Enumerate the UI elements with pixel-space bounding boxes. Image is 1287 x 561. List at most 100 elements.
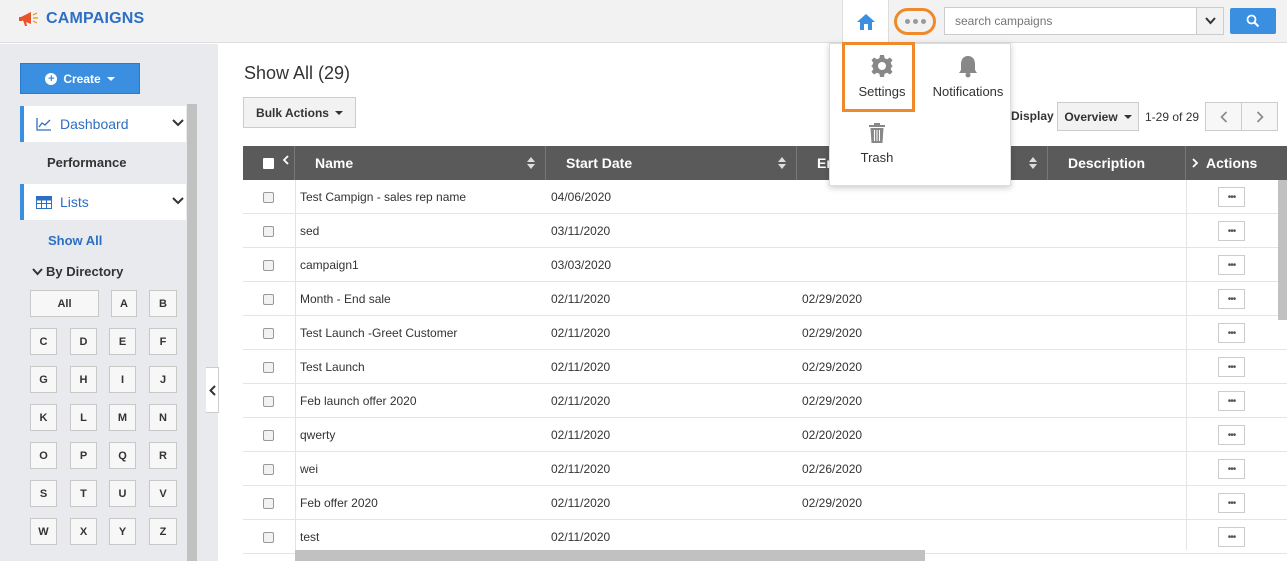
row-actions-button[interactable]: ••• [1218, 187, 1245, 207]
column-header-actions[interactable]: Actions [1186, 146, 1276, 180]
row-checkbox[interactable] [263, 498, 274, 509]
row-checkbox[interactable] [263, 396, 274, 407]
table-row[interactable]: wei 02/11/2020 02/26/2020 ••• [243, 452, 1287, 486]
sidebar-item-lists[interactable]: Lists [20, 184, 186, 220]
directory-letter-w[interactable]: W [30, 518, 57, 545]
sidebar-item-show-all[interactable]: Show All [48, 233, 102, 248]
home-button[interactable] [842, 0, 889, 43]
sidebar-scrollbar[interactable] [187, 104, 197, 561]
prev-page-button[interactable] [1205, 102, 1242, 131]
table-row[interactable]: Month - End sale 02/11/2020 02/29/2020 ••• [243, 282, 1287, 316]
table-row[interactable]: sed 03/11/2020 ••• [243, 214, 1287, 248]
table-row[interactable]: Feb offer 2020 02/11/2020 02/29/2020 ••• [243, 486, 1287, 520]
row-checkbox[interactable] [263, 464, 274, 475]
more-options-button[interactable] [894, 8, 936, 35]
cell-name[interactable]: Test Launch [300, 350, 365, 384]
directory-letter-a[interactable]: A [111, 290, 137, 317]
cell-name[interactable]: Month - End sale [300, 282, 391, 316]
row-actions-button[interactable]: ••• [1218, 391, 1245, 411]
by-directory-toggle[interactable]: By Directory [32, 264, 123, 279]
directory-letter-all[interactable]: All [30, 290, 99, 317]
row-actions-button[interactable]: ••• [1218, 459, 1245, 479]
directory-letter-h[interactable]: H [70, 366, 97, 393]
row-actions-button[interactable]: ••• [1218, 221, 1245, 241]
cell-name[interactable]: qwerty [300, 418, 335, 452]
directory-letter-s[interactable]: S [30, 480, 57, 507]
sidebar-item-performance[interactable]: Performance [47, 155, 126, 170]
view-select[interactable]: Overview [1057, 102, 1139, 131]
directory-letter-f[interactable]: F [149, 328, 177, 355]
directory-letter-m[interactable]: M [109, 404, 136, 431]
search-button[interactable] [1230, 8, 1276, 34]
directory-letter-x[interactable]: X [70, 518, 97, 545]
column-header-description[interactable]: Description [1048, 146, 1186, 180]
row-actions-button[interactable]: ••• [1218, 527, 1245, 547]
directory-letter-p[interactable]: P [70, 442, 97, 469]
directory-letter-c[interactable]: C [30, 328, 57, 355]
brand[interactable]: CAMPAIGNS [18, 9, 144, 29]
directory-letter-o[interactable]: O [30, 442, 57, 469]
row-actions-button[interactable]: ••• [1218, 323, 1245, 343]
cell-name[interactable]: Feb offer 2020 [300, 486, 378, 520]
cell-name[interactable]: campaign1 [300, 248, 359, 282]
horizontal-scrollbar[interactable] [295, 550, 925, 561]
table-row[interactable]: Feb launch offer 2020 02/11/2020 02/29/202… [243, 384, 1287, 418]
column-divider [1186, 180, 1187, 550]
row-actions-button[interactable]: ••• [1218, 493, 1245, 513]
search-input[interactable] [945, 8, 1196, 34]
sidebar-item-dashboard[interactable]: Dashboard [20, 106, 186, 142]
directory-letter-y[interactable]: Y [109, 518, 136, 545]
row-actions-button[interactable]: ••• [1218, 289, 1245, 309]
directory-letter-n[interactable]: N [149, 404, 177, 431]
menu-item-notifications[interactable]: Notifications [930, 54, 1006, 99]
directory-letter-g[interactable]: G [30, 366, 57, 393]
select-all-checkbox[interactable] [263, 158, 274, 169]
row-actions-button[interactable]: ••• [1218, 425, 1245, 445]
directory-letter-l[interactable]: L [70, 404, 97, 431]
row-checkbox[interactable] [263, 532, 274, 543]
row-checkbox[interactable] [263, 192, 274, 203]
directory-letter-d[interactable]: D [70, 328, 97, 355]
row-checkbox[interactable] [263, 226, 274, 237]
cell-name[interactable]: Feb launch offer 2020 [300, 384, 417, 418]
row-actions-button[interactable]: ••• [1218, 255, 1245, 275]
table-row[interactable]: test 02/11/2020 ••• [243, 520, 1287, 554]
directory-letter-t[interactable]: T [70, 480, 97, 507]
directory-letter-e[interactable]: E [109, 328, 136, 355]
directory-letter-q[interactable]: Q [109, 442, 136, 469]
row-checkbox[interactable] [263, 260, 274, 271]
create-button[interactable]: + Create [20, 63, 140, 94]
vertical-scrollbar[interactable] [1278, 180, 1287, 320]
table-row[interactable]: Test Launch -Greet Customer 02/11/2020 02/… [243, 316, 1287, 350]
cell-name[interactable]: sed [300, 214, 319, 248]
cell-name[interactable]: test [300, 520, 319, 554]
bulk-actions-button[interactable]: Bulk Actions [243, 97, 356, 128]
row-checkbox[interactable] [263, 430, 274, 441]
table-row[interactable]: Test Campign - sales rep name 04/06/2020 •… [243, 180, 1287, 214]
cell-name[interactable]: Test Launch -Greet Customer [300, 316, 457, 350]
table-row[interactable]: Test Launch 02/11/2020 02/29/2020 ••• [243, 350, 1287, 384]
search-filter-dropdown[interactable] [1196, 8, 1223, 34]
column-header-start-date[interactable]: Start Date [546, 146, 797, 180]
next-page-button[interactable] [1241, 102, 1278, 131]
row-actions-button[interactable]: ••• [1218, 357, 1245, 377]
directory-letter-z[interactable]: Z [149, 518, 177, 545]
directory-letter-u[interactable]: U [109, 480, 136, 507]
row-checkbox[interactable] [263, 294, 274, 305]
cell-name[interactable]: wei [300, 452, 318, 486]
row-checkbox[interactable] [263, 328, 274, 339]
column-header-name[interactable]: Name [295, 146, 546, 180]
directory-letter-i[interactable]: I [109, 366, 136, 393]
sidebar: + Create Dashboard Performance Lists Sho… [0, 44, 218, 561]
directory-letter-j[interactable]: J [149, 366, 177, 393]
menu-item-trash[interactable]: Trash [847, 122, 907, 165]
cell-name[interactable]: Test Campign - sales rep name [300, 180, 466, 214]
directory-letter-v[interactable]: V [149, 480, 177, 507]
row-checkbox[interactable] [263, 362, 274, 373]
chevron-left-icon[interactable] [282, 155, 289, 165]
table-row[interactable]: qwerty 02/11/2020 02/20/2020 ••• [243, 418, 1287, 452]
directory-letter-k[interactable]: K [30, 404, 57, 431]
directory-letter-b[interactable]: B [149, 290, 177, 317]
directory-letter-r[interactable]: R [149, 442, 177, 469]
table-row[interactable]: campaign1 03/03/2020 ••• [243, 248, 1287, 282]
